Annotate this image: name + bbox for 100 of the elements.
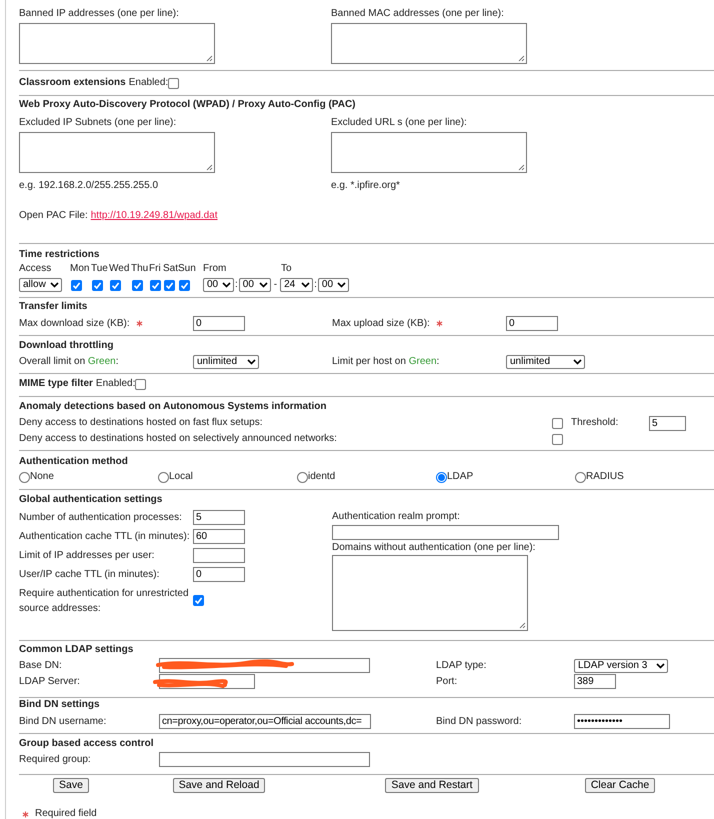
checkbox[interactable] (164, 280, 175, 290)
radio-button[interactable] (436, 472, 447, 482)
text-area[interactable] (331, 132, 527, 173)
field-label: Excluded URL s (one per line): (331, 117, 467, 129)
field-label: Bind DN password: (436, 716, 522, 728)
section-heading: Authentication method (19, 456, 129, 468)
section-heading: Transfer limits (19, 301, 88, 313)
checkbox[interactable] (132, 280, 143, 290)
field-label: From (203, 263, 226, 275)
input-field[interactable]: cn=proxy,ou=operator,ou=Official accounts,dc= (159, 714, 371, 729)
day-label: Sun (178, 263, 196, 275)
section-heading: Time restrictions (19, 249, 100, 261)
input-field[interactable]: 5 (649, 416, 686, 430)
separator-text: : (314, 279, 317, 291)
field-label: Open PAC File: (19, 210, 88, 222)
input-field[interactable]: 0 (193, 567, 245, 582)
checkbox[interactable] (71, 280, 82, 290)
form-button[interactable]: Clear Cache (584, 778, 656, 793)
checkbox[interactable] (552, 434, 563, 444)
field-label: LDAP type: (436, 660, 486, 672)
dropdown[interactable]: 00 (203, 278, 234, 292)
chevron-down-icon (222, 282, 231, 288)
chevron-down-icon (336, 282, 346, 288)
input-field[interactable]: 5 (193, 510, 245, 525)
section-heading: Group based access control (19, 738, 154, 750)
field-label: Base DN: (19, 660, 62, 672)
dropdown[interactable]: 24 (280, 278, 314, 292)
section-heading: Classroom extensions (19, 77, 126, 89)
input-field[interactable] (193, 548, 245, 563)
separator-text: : (235, 279, 238, 291)
chevron-down-icon (656, 662, 665, 668)
field-label: Authentication realm prompt: (332, 511, 461, 523)
hint-text: e.g. *.ipfire.org* (331, 180, 400, 192)
text-area[interactable] (19, 23, 215, 64)
resize-grip-icon (206, 55, 213, 62)
input-field[interactable] (159, 752, 370, 767)
field-label: Require authentication for unrestricted source addresses: (19, 587, 190, 616)
checkbox[interactable] (150, 280, 161, 290)
field-label: Access (19, 263, 52, 275)
resize-grip-icon (518, 55, 525, 62)
checkbox[interactable] (92, 280, 103, 290)
form-button[interactable]: Save and Reload (172, 778, 266, 793)
input-field[interactable]: 0 (193, 316, 245, 331)
day-label: Thu (131, 263, 148, 275)
resize-grip-icon (206, 164, 213, 171)
form-button[interactable]: Save and Restart (385, 778, 479, 793)
section-heading: Common LDAP settings (19, 644, 134, 656)
radio-label: RADIUS (586, 471, 624, 483)
dropdown[interactable]: LDAP version 3 (574, 658, 668, 672)
radio-button[interactable] (297, 472, 308, 482)
section-heading: Bind DN settings (19, 699, 101, 711)
hint-text: e.g. 192.168.2.0/255.255.255.0 (19, 180, 158, 192)
field-label: Authentication cache TTL (in minutes): (19, 530, 190, 542)
section-heading: Download throttling (19, 340, 114, 352)
field-label: Max download size (KB): (19, 318, 130, 330)
dropdown[interactable]: 00 (238, 278, 271, 292)
form-button[interactable]: Save (53, 778, 89, 793)
text-area[interactable] (332, 555, 528, 631)
dropdown[interactable]: 00 (318, 278, 349, 292)
checkbox[interactable] (168, 78, 180, 88)
field-label: Limit per host on Green: (332, 356, 440, 368)
dropdown[interactable]: unlimited (193, 355, 259, 369)
text-area[interactable] (19, 132, 215, 173)
field-label: User/IP cache TTL (in minutes): (19, 568, 160, 580)
dropdown[interactable]: allow (19, 278, 62, 292)
chevron-down-icon (301, 282, 310, 288)
field-label: Max upload size (KB): (332, 318, 430, 330)
input-field[interactable] (332, 525, 559, 540)
dropdown[interactable]: unlimited (506, 355, 585, 369)
checkbox[interactable] (179, 280, 190, 290)
field-label: Banned IP addresses (one per line): (19, 8, 179, 20)
day-label: Mon (70, 263, 90, 275)
section-heading: Web Proxy Auto-Discovery Protocol (WPAD) / Proxy Auto-Config (PAC) (19, 99, 356, 111)
field-label: Port: (436, 676, 458, 688)
input-field[interactable]: ••••••••••••• (574, 714, 670, 729)
day-label: Sat (163, 263, 178, 275)
section-heading: MIME type filter (19, 378, 93, 390)
input-field[interactable]: 389 (574, 674, 616, 689)
radio-button[interactable] (19, 472, 30, 482)
field-label: Deny access to destinations hosted on selectively announced networks: (19, 433, 337, 445)
field-label: Bind DN username: (19, 716, 106, 728)
checkbox[interactable] (135, 378, 146, 390)
radio-button[interactable] (158, 472, 169, 482)
checkbox[interactable] (552, 418, 563, 428)
separator-text: - (274, 279, 278, 291)
pac-file-link[interactable]: http://10.19.249.81/wpad.dat (90, 210, 218, 222)
field-label: Enabled: (96, 378, 136, 390)
chevron-down-icon (258, 282, 268, 288)
checkbox[interactable] (110, 280, 121, 290)
checkbox[interactable] (193, 595, 204, 606)
input-field[interactable]: 60 (193, 529, 245, 544)
radio-label: None (30, 471, 54, 483)
resize-grip-icon (519, 622, 526, 629)
input-field[interactable]: 0 (506, 316, 558, 331)
day-label: Tue (91, 263, 108, 275)
resize-grip-icon (518, 164, 525, 171)
text-area[interactable] (331, 23, 527, 64)
radio-button[interactable] (575, 472, 586, 482)
day-label: Fri (149, 263, 161, 275)
field-label: Enabled: (128, 77, 168, 89)
